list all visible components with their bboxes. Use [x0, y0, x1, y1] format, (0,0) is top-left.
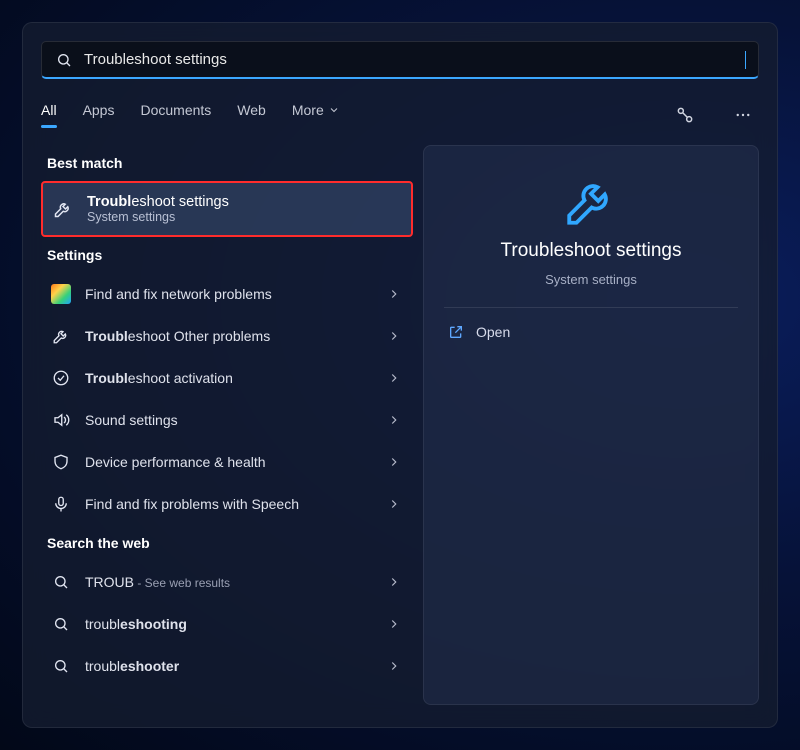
connect-icon[interactable]: [669, 99, 701, 131]
web-result-troubleshooter[interactable]: troubleshooter: [41, 645, 413, 687]
best-match-title: Troubleshoot settings: [87, 194, 399, 210]
action-open-label: Open: [476, 324, 510, 340]
shield-icon: [51, 452, 71, 472]
chevron-right-icon: [387, 455, 401, 469]
speaker-icon: [51, 410, 71, 430]
results-column: Best match Troubleshoot settings System …: [23, 145, 413, 705]
tab-web[interactable]: Web: [237, 102, 266, 128]
tab-documents[interactable]: Documents: [140, 102, 211, 128]
result-device-health[interactable]: Device performance & health: [41, 441, 413, 483]
wrench-icon: [53, 199, 73, 219]
filter-tabs: All Apps Documents Web More: [41, 99, 759, 131]
result-troubleshoot-other[interactable]: Troubleshoot Other problems: [41, 315, 413, 357]
tab-more[interactable]: More: [292, 102, 340, 128]
result-network-problems[interactable]: Find and fix network problems: [41, 273, 413, 315]
search-icon: [51, 614, 71, 634]
section-search-web: Search the web: [47, 535, 413, 551]
chevron-right-icon: [387, 659, 401, 673]
search-input[interactable]: [84, 51, 735, 68]
chevron-down-icon: [328, 104, 340, 116]
search-panel: All Apps Documents Web More Best match T…: [22, 22, 778, 728]
web-result-troubleshooting[interactable]: troubleshooting: [41, 603, 413, 645]
chevron-right-icon: [387, 617, 401, 631]
text-caret: [745, 51, 746, 69]
chevron-right-icon: [387, 413, 401, 427]
tab-apps[interactable]: Apps: [83, 102, 115, 128]
section-settings: Settings: [47, 247, 413, 263]
result-sound-settings[interactable]: Sound settings: [41, 399, 413, 441]
preview-title: Troubleshoot settings: [501, 240, 682, 262]
web-result-troub[interactable]: TROUB - See web results: [41, 561, 413, 603]
result-troubleshoot-activation[interactable]: Troubleshoot activation: [41, 357, 413, 399]
preview-subtitle: System settings: [545, 272, 637, 287]
chevron-right-icon: [387, 497, 401, 511]
result-speech-problems[interactable]: Find and fix problems with Speech: [41, 483, 413, 525]
chevron-right-icon: [387, 329, 401, 343]
tab-all[interactable]: All: [41, 102, 57, 128]
microphone-icon: [51, 494, 71, 514]
open-icon: [448, 324, 464, 340]
preview-card: Troubleshoot settings System settings Op…: [423, 145, 759, 705]
search-box[interactable]: [41, 41, 759, 79]
section-best-match: Best match: [47, 155, 413, 171]
tab-more-label: More: [292, 102, 324, 118]
search-icon: [51, 572, 71, 592]
chevron-right-icon: [387, 575, 401, 589]
check-circle-icon: [51, 368, 71, 388]
chevron-right-icon: [387, 287, 401, 301]
more-options-icon[interactable]: [727, 99, 759, 131]
search-icon: [51, 656, 71, 676]
search-icon: [54, 50, 74, 70]
best-match-result[interactable]: Troubleshoot settings System settings: [41, 181, 413, 237]
best-match-subtitle: System settings: [87, 210, 399, 224]
network-fix-icon: [51, 284, 71, 304]
action-open[interactable]: Open: [444, 308, 738, 356]
chevron-right-icon: [387, 371, 401, 385]
wrench-hero-icon: [562, 172, 620, 230]
wrench-icon: [51, 326, 71, 346]
